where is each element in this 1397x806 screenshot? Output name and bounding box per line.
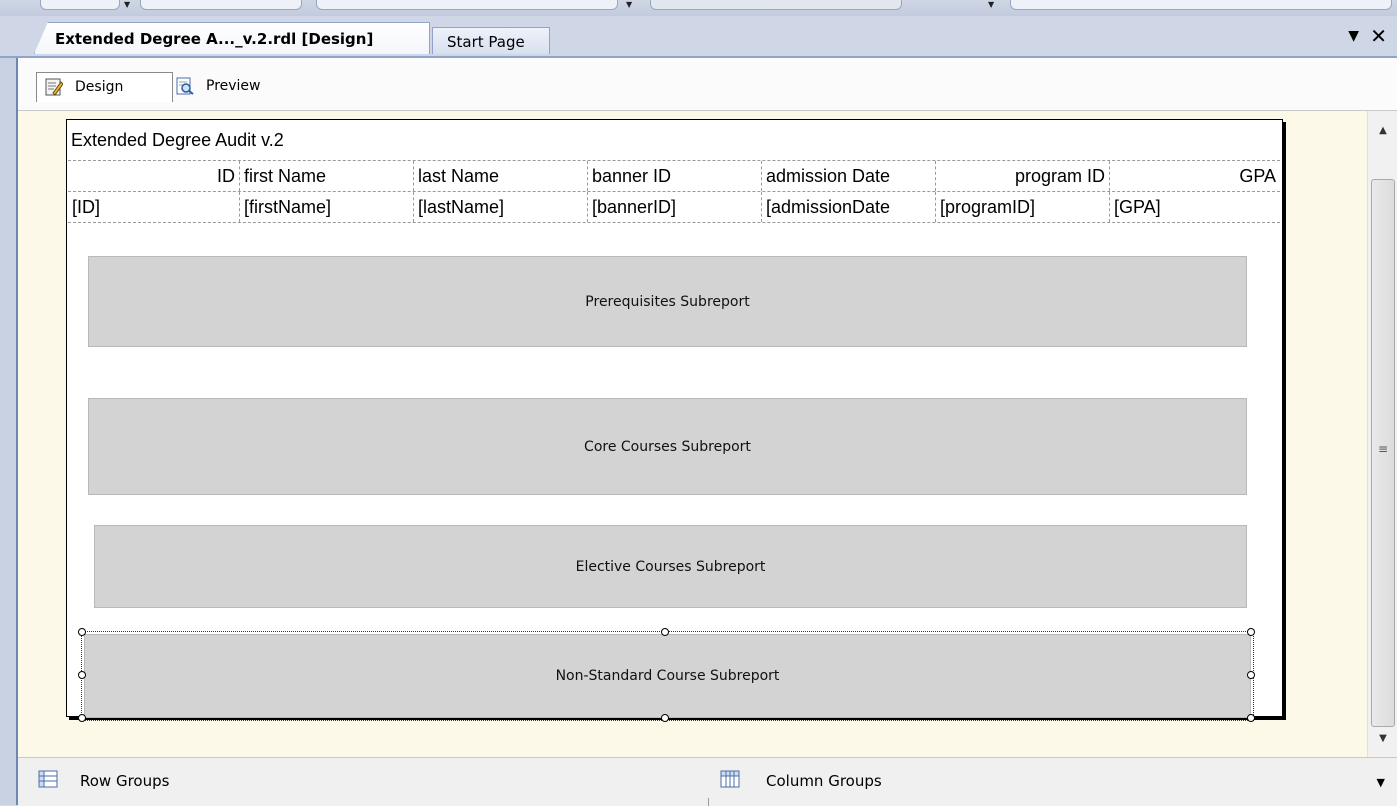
resize-handle[interactable] <box>1247 671 1255 679</box>
header-cell-last-name[interactable]: last Name <box>414 161 588 191</box>
subreport-label: Elective Courses Subreport <box>575 558 766 575</box>
report-title-textbox[interactable]: Extended Degree Audit v.2 <box>71 130 284 151</box>
tab-label: Extended Degree A..._v.2.rdl [Design] <box>55 30 374 48</box>
field-cell-admission-date[interactable]: [admissionDate <box>762 192 936 222</box>
field-cell-program-id[interactable]: [programID] <box>936 192 1110 222</box>
tab-list-dropdown-icon[interactable]: ▼ <box>1348 28 1359 44</box>
resize-handle[interactable] <box>661 714 669 722</box>
header-cell-id[interactable]: ID <box>68 161 240 191</box>
subreport-label: Core Courses Subreport <box>584 438 751 455</box>
document-tab-strip: Extended Degree A..._v.2.rdl [Design] St… <box>0 16 1397 58</box>
tab-design[interactable]: Design <box>36 72 173 102</box>
scrollbar-thumb[interactable]: ≡ <box>1371 179 1395 727</box>
resize-handle[interactable] <box>661 628 669 636</box>
field-cell-banner-id[interactable]: [bannerID] <box>588 192 762 222</box>
prerequisites-subreport[interactable]: Prerequisites Subreport <box>88 256 1247 347</box>
report-body[interactable]: Extended Degree Audit v.2 ID first Name … <box>66 119 1283 722</box>
resize-handle[interactable] <box>78 714 86 722</box>
toolbar-remnant: ▼ ▼ ▼ <box>0 0 1397 16</box>
tab-preview-label: Preview <box>206 78 261 94</box>
elective-courses-subreport[interactable]: Elective Courses Subreport <box>94 525 1247 608</box>
dropdown-arrow-icon[interactable]: ▼ <box>626 0 632 9</box>
tab-report-design[interactable]: Extended Degree A..._v.2.rdl [Design] <box>34 22 430 54</box>
toolbar-segment <box>316 0 618 10</box>
header-cell-admission-date[interactable]: admission Date <box>762 161 936 191</box>
preview-magnifier-icon <box>176 77 194 95</box>
header-cell-first-name[interactable]: first Name <box>240 161 414 191</box>
column-groups-icon <box>720 770 740 788</box>
toolbar-combo[interactable] <box>650 0 902 10</box>
row-groups-icon <box>38 770 58 788</box>
tab-design-label: Design <box>75 79 124 95</box>
groups-pane: Row Groups Column Groups ▼ <box>18 757 1397 806</box>
resize-handle[interactable] <box>1247 714 1255 722</box>
scroll-down-icon[interactable]: ▼ <box>1368 733 1397 744</box>
left-frame-edge <box>0 58 18 805</box>
tab-label: Start Page <box>447 33 525 51</box>
tab-preview[interactable]: Preview <box>168 72 308 102</box>
grip-icon: ≡ <box>1377 442 1389 456</box>
field-cell-id[interactable]: [ID] <box>68 192 240 222</box>
toolbar-segment <box>1010 0 1392 10</box>
table-detail-row[interactable]: [ID] [firstName] [lastName] [bannerID] [… <box>68 191 1280 223</box>
chevron-down-icon[interactable]: ▼ <box>1377 776 1385 789</box>
core-courses-subreport[interactable]: Core Courses Subreport <box>88 398 1247 495</box>
dropdown-arrow-icon[interactable]: ▼ <box>124 0 130 9</box>
non-standard-course-subreport[interactable]: Non-Standard Course Subreport <box>81 631 1254 721</box>
resize-handle[interactable] <box>78 628 86 636</box>
subreport-label: Prerequisites Subreport <box>585 293 750 310</box>
resize-handle[interactable] <box>1247 628 1255 636</box>
table-header-row[interactable]: ID first Name last Name banner ID admiss… <box>68 160 1280 191</box>
view-mode-bar: Design Preview <box>18 58 1397 111</box>
header-cell-gpa[interactable]: GPA <box>1110 161 1280 191</box>
field-cell-first-name[interactable]: [firstName] <box>240 192 414 222</box>
design-surface: Extended Degree Audit v.2 ID first Name … <box>18 111 1367 757</box>
toolbar-segment <box>140 0 302 10</box>
column-groups-label[interactable]: Column Groups <box>766 772 882 790</box>
row-groups-label[interactable]: Row Groups <box>80 772 169 790</box>
header-cell-program-id[interactable]: program ID <box>936 161 1110 191</box>
resize-handle[interactable] <box>78 671 86 679</box>
vertical-scrollbar[interactable]: ▲ ≡ ▼ <box>1367 111 1397 757</box>
dropdown-arrow-icon[interactable]: ▼ <box>988 0 994 9</box>
field-cell-gpa[interactable]: [GPA] <box>1110 192 1280 222</box>
toolbar-segment <box>40 0 120 10</box>
header-cell-banner-id[interactable]: banner ID <box>588 161 762 191</box>
design-pencil-icon <box>45 78 63 96</box>
subreport-label: Non-Standard Course Subreport <box>555 668 780 684</box>
field-cell-last-name[interactable]: [lastName] <box>414 192 588 222</box>
close-icon[interactable]: ✕ <box>1370 24 1387 48</box>
tab-start-page[interactable]: Start Page <box>432 27 550 54</box>
scroll-up-icon[interactable]: ▲ <box>1368 125 1397 136</box>
